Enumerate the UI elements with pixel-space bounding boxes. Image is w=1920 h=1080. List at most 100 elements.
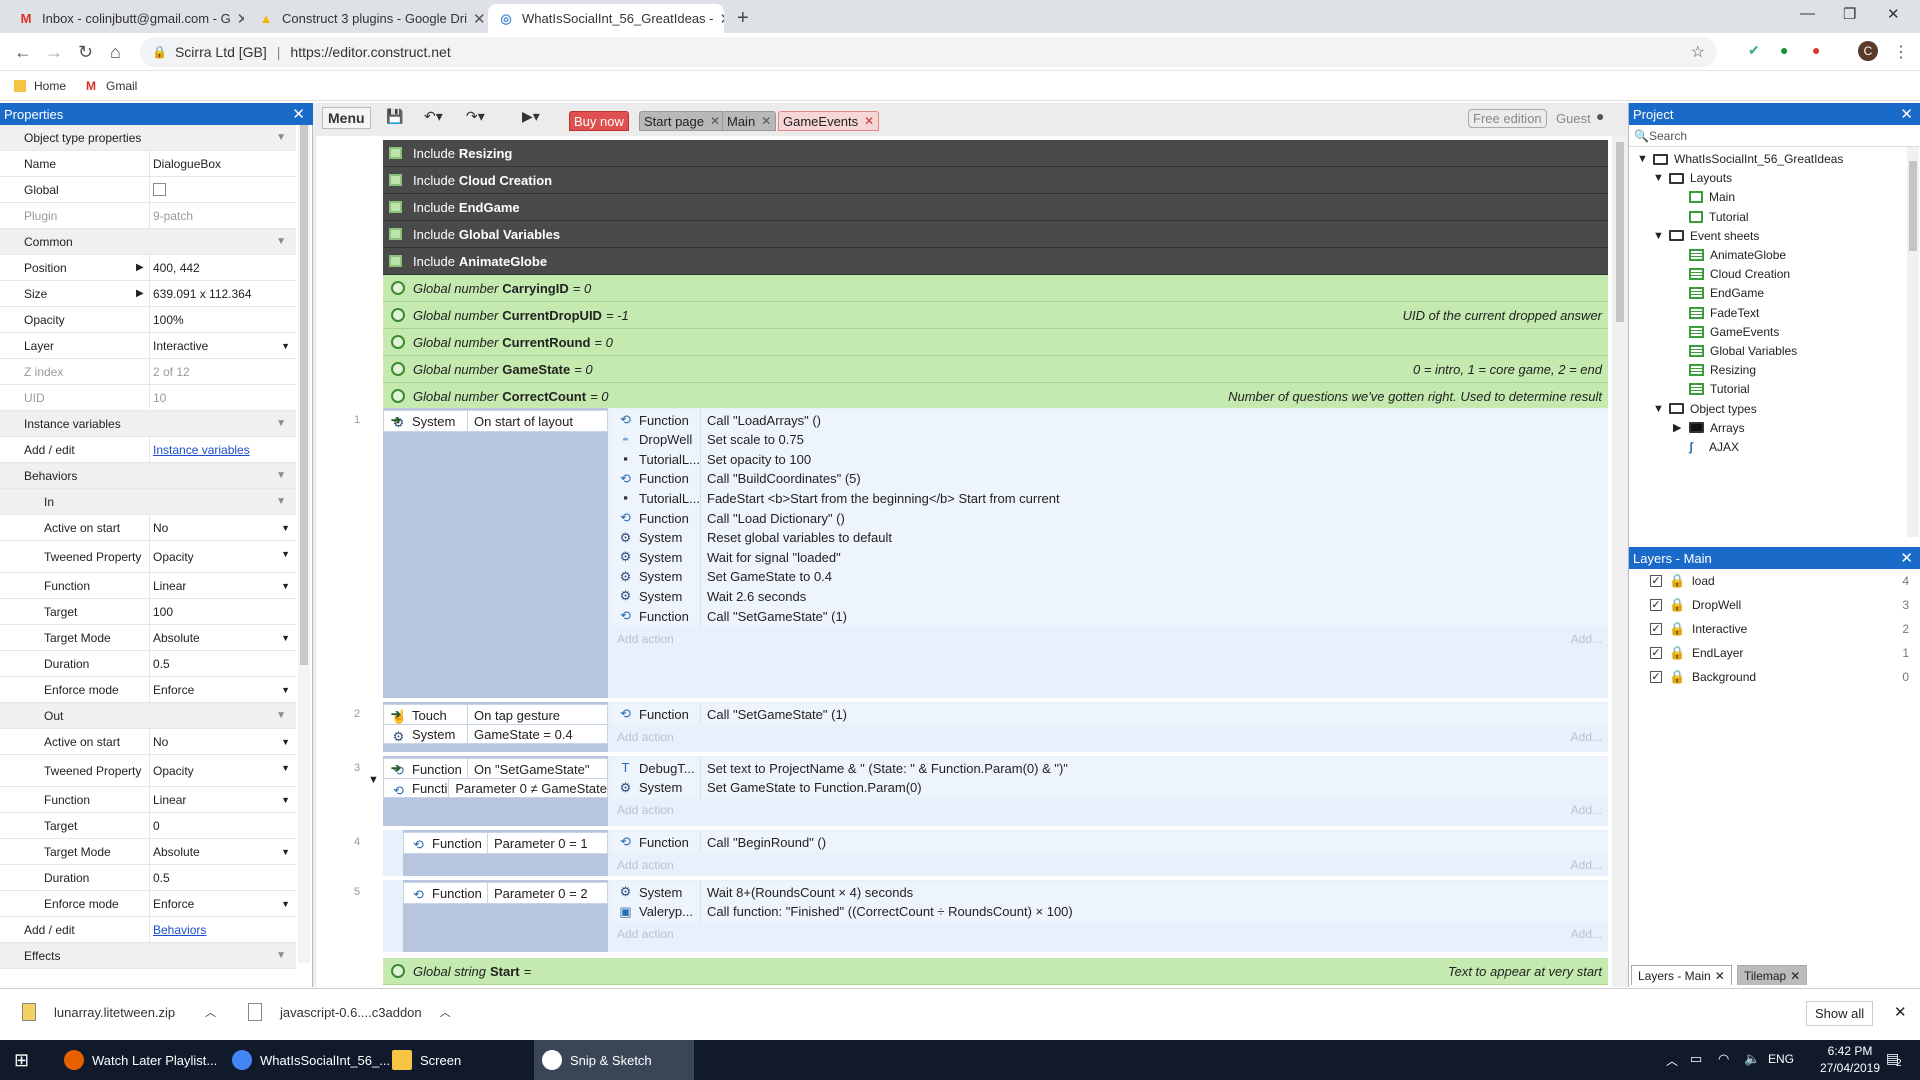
close-icon[interactable]: ✕ — [761, 114, 771, 128]
dropdown-arrow-icon[interactable]: ▼ — [281, 523, 290, 533]
visibility-checkbox[interactable]: ✓ — [1650, 623, 1662, 635]
clock-date[interactable]: 27/04/2019 — [1814, 1061, 1886, 1075]
condition-row[interactable]: ⟲ Function Parameter 0 = 1 — [403, 832, 608, 854]
tree-item-eventsheet[interactable]: FadeText — [1689, 303, 1759, 323]
battery-icon[interactable]: ▭ — [1690, 1051, 1702, 1067]
show-all-button[interactable]: Show all — [1806, 1001, 1874, 1026]
add-more-label[interactable]: Add... — [1571, 730, 1602, 744]
redo-icon[interactable]: ↷▾ — [466, 108, 485, 125]
chevron-up-icon[interactable]: ︿ — [440, 1004, 451, 1020]
chevron-down-icon[interactable]: ▼ — [1637, 153, 1653, 165]
action-row[interactable]: ⚙ System Set GameState to Function.Param(0… — [611, 777, 1608, 798]
property-value[interactable]: 0.5 — [150, 865, 296, 890]
layer-row[interactable]: ✓ 🔒 Background 0 — [1629, 665, 1920, 689]
forward-icon[interactable]: → — [45, 42, 63, 63]
collapse-arrow-icon[interactable]: ▼ — [276, 496, 286, 507]
property-row[interactable]: Target 0 — [0, 813, 296, 839]
global-variable-row[interactable]: Global number GameState = 0 0 = intro, 1 = … — [383, 356, 1608, 383]
add-action-button[interactable]: Add action Add... — [617, 854, 1608, 876]
layer-row[interactable]: ✓ 🔒 EndLayer 1 — [1629, 641, 1920, 665]
close-icon[interactable]: ✕ — [1900, 549, 1913, 567]
collapse-arrow-icon[interactable]: ▼ — [276, 950, 286, 961]
property-value[interactable]: DialogueBox — [150, 151, 296, 176]
dropdown-arrow-icon[interactable]: ▼ — [281, 795, 290, 805]
property-value[interactable]: No ▼ — [150, 729, 296, 754]
lock-icon[interactable]: 🔒 — [1669, 573, 1685, 589]
property-row[interactable]: Name DialogueBox — [0, 151, 296, 177]
property-row[interactable]: Enforce mode Enforce ▼ — [0, 891, 296, 917]
property-value[interactable]: Enforce ▼ — [150, 891, 296, 916]
property-value[interactable]: 400, 442 — [150, 255, 296, 280]
condition-row[interactable]: ⟲ Function Parameter 0 ≠ GameState — [383, 778, 608, 798]
close-icon[interactable]: ✕ — [231, 10, 244, 28]
lock-icon[interactable]: 🔒 — [1669, 597, 1685, 613]
property-row[interactable]: Duration 0.5 — [0, 865, 296, 891]
chevron-down-icon[interactable]: ▼ — [1653, 172, 1669, 184]
action-row[interactable]: ⚙ System Wait for signal "loaded" — [611, 547, 1608, 568]
extension-badge-icon[interactable]: ● — [1812, 42, 1820, 58]
property-row[interactable]: Add / edit Behaviors — [0, 917, 296, 943]
property-value[interactable]: 100% — [150, 307, 296, 332]
close-icon[interactable]: ✕ — [864, 114, 874, 128]
home-icon[interactable]: ⌂ — [110, 42, 121, 63]
property-row[interactable]: Opacity 100% — [0, 307, 296, 333]
property-row[interactable]: Layer Interactive ▼ — [0, 333, 296, 359]
property-value[interactable]: Enforce ▼ — [150, 677, 296, 702]
tree-folder-objecttypes[interactable]: ▼ Object types — [1653, 399, 1757, 419]
tree-item-layout[interactable]: Main — [1689, 187, 1735, 207]
property-value[interactable]: Opacity ▼ — [150, 755, 296, 786]
guest-label[interactable]: Guest — [1556, 111, 1591, 126]
tree-item-eventsheet[interactable]: Global Variables — [1689, 341, 1797, 361]
star-icon[interactable]: ☆ — [1691, 42, 1705, 62]
taskbar-item[interactable]: Snip & Sketch — [534, 1040, 694, 1080]
add-more-label[interactable]: Add... — [1571, 927, 1602, 941]
action-row[interactable]: ⟲ Function Call "LoadArrays" () — [611, 410, 1608, 430]
taskbar-item[interactable]: WhatIsSocialInt_56_... — [224, 1040, 390, 1080]
url-bar[interactable]: 🔒 Scirra Ltd [GB] | https://editor.const… — [140, 37, 1717, 67]
add-more-label[interactable]: Add... — [1571, 632, 1602, 646]
volume-icon[interactable]: 🔈 — [1744, 1051, 1760, 1067]
properties-scrollbar[interactable] — [298, 125, 310, 963]
project-scrollbar[interactable] — [1907, 147, 1919, 537]
condition-row[interactable]: ☝ Touch On tap gesture — [383, 704, 608, 726]
restore-button[interactable]: ❐ — [1843, 5, 1856, 23]
browser-tab-drive[interactable]: ▲ Construct 3 plugins - Google Dri ✕ — [248, 4, 484, 33]
property-row[interactable]: Enforce mode Enforce ▼ — [0, 677, 296, 703]
global-checkbox[interactable] — [153, 183, 166, 196]
close-icon[interactable]: ✕ — [1900, 105, 1913, 123]
tree-folder-layouts[interactable]: ▼ Layouts — [1653, 168, 1732, 188]
property-value[interactable]: Absolute ▼ — [150, 625, 296, 650]
include-row[interactable]: Include EndGame — [383, 194, 1608, 221]
play-icon[interactable]: ▶▾ — [522, 108, 540, 125]
property-row[interactable]: Tweened Property Opacity ▼ — [0, 541, 296, 573]
save-icon[interactable]: 💾 — [386, 108, 403, 125]
tree-item-eventsheet[interactable]: EndGame — [1689, 283, 1764, 303]
action-row[interactable]: ⟲ Function Call "SetGameState" (1) — [611, 704, 1608, 724]
dropdown-arrow-icon[interactable]: ▼ — [281, 763, 290, 773]
tree-item-ajax[interactable]: ʃ AJAX — [1689, 437, 1739, 457]
browser-tab-construct[interactable]: ◎ WhatIsSocialInt_56_GreatIdeas - ✕ — [488, 4, 724, 33]
property-value[interactable]: Instance variables — [150, 437, 296, 462]
chevron-down-icon[interactable]: ▼ — [1653, 230, 1669, 242]
tree-folder-arrays[interactable]: ▶ Arrays — [1673, 418, 1745, 438]
property-row[interactable]: Z index 2 of 12 — [0, 359, 296, 385]
action-row[interactable]: ◓ DropWell Set scale to 0.75 — [611, 429, 1608, 450]
condition-row[interactable]: ⟲ Function Parameter 0 = 2 — [403, 882, 608, 904]
reload-icon[interactable]: ↻ — [78, 42, 93, 63]
user-icon[interactable]: ● — [1596, 108, 1604, 124]
visibility-checkbox[interactable]: ✓ — [1650, 647, 1662, 659]
collapse-arrow-icon[interactable]: ▼ — [276, 418, 286, 429]
tab-start-page[interactable]: Start page ✕ — [639, 111, 726, 131]
property-value[interactable]: 0 — [150, 813, 296, 838]
property-row[interactable]: Duration 0.5 — [0, 651, 296, 677]
tree-item-eventsheet[interactable]: Resizing — [1689, 360, 1756, 380]
property-value-text[interactable]: Instance variables — [153, 443, 250, 457]
lock-icon[interactable]: 🔒 — [1669, 669, 1685, 685]
add-action-button[interactable]: Add action Add... — [617, 726, 1608, 748]
property-row[interactable]: Plugin 9-patch — [0, 203, 296, 229]
chevron-right-icon[interactable]: ▶ — [1673, 421, 1689, 434]
collapse-arrow-icon[interactable]: ▼ — [368, 774, 379, 786]
tray-chevron-icon[interactable]: ︿ — [1666, 1052, 1678, 1069]
property-value[interactable]: 0.5 — [150, 651, 296, 676]
property-row[interactable]: Global — [0, 177, 296, 203]
